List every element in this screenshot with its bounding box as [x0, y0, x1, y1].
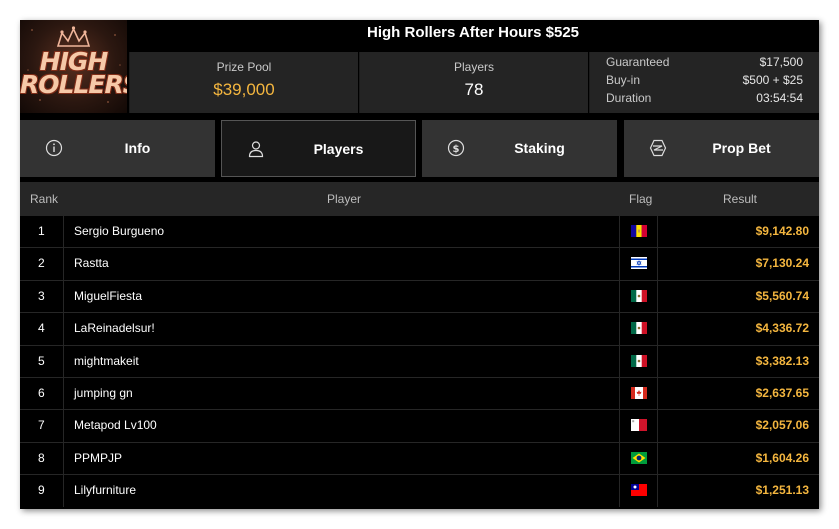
result-cell: $1,251.13 [755, 483, 809, 498]
header-player[interactable]: Player [327, 192, 361, 206]
flag-cell [619, 410, 658, 442]
rank-cell: 4 [20, 313, 64, 345]
rank-cell: 1 [20, 216, 64, 248]
buy-in-label: Buy-in [606, 73, 641, 87]
result-cell: $1,604.26 [755, 450, 809, 465]
table-row[interactable]: 4 LaReinadelsur! $4,336.72 [20, 312, 819, 345]
prize-pool-value: $39,000 [213, 80, 275, 99]
rank-cell: 6 [20, 377, 64, 410]
header-flag[interactable]: Flag [629, 192, 652, 206]
table-row[interactable]: 5 mightmakeit $3,382.13 [20, 344, 819, 377]
players-count-box: Players 78 [359, 52, 588, 113]
tournament-stats: Prize Pool $39,000 Players 78 Guaranteed… [127, 46, 819, 113]
prize-pool-label: Prize Pool [216, 60, 272, 74]
tournament-window: HIGH ROLLERS High Rollers After Hours $5… [20, 20, 819, 509]
guaranteed-label: Guaranteed [606, 55, 670, 69]
tab-prop-bet[interactable]: Prop Bet [624, 120, 819, 177]
table-row[interactable]: 7 Metapod Lv100 $2,057.06 [20, 409, 819, 442]
tab-staking-label: Staking [514, 140, 565, 156]
rank-cell: 3 [20, 280, 64, 313]
buy-in-value: $500 + $25 [742, 73, 803, 87]
players-count-label: Players [453, 60, 494, 74]
flag-cell [619, 442, 658, 475]
flag-cell [619, 248, 658, 280]
guaranteed-row: Guaranteed $17,500 [606, 55, 803, 71]
player-name-cell: MiguelFiesta [74, 288, 143, 303]
tab-players-label: Players [313, 141, 364, 157]
table-row[interactable]: 2 Rastta $7,130.24 [20, 247, 819, 280]
flag-cell [619, 475, 658, 507]
result-cell: $7,130.24 [755, 256, 809, 271]
buy-in-row: Buy-in $500 + $25 [606, 73, 803, 89]
rank-cell: 8 [20, 442, 64, 475]
mexico-flag-icon [631, 289, 647, 302]
result-cell: $2,057.06 [755, 418, 809, 433]
header-rank[interactable]: Rank [30, 192, 58, 206]
tab-prop-bet-label: Prop Bet [712, 140, 771, 156]
brazil-flag-icon [631, 451, 647, 464]
tournament-header: HIGH ROLLERS High Rollers After Hours $5… [20, 20, 819, 113]
flag-cell [619, 345, 658, 377]
player-name-cell: mightmakeit [74, 353, 139, 368]
rank-cell: 2 [20, 248, 64, 280]
result-cell: $3,382.13 [755, 353, 809, 368]
tournament-title: High Rollers After Hours $525 [127, 20, 819, 46]
flag-cell [619, 313, 658, 345]
player-name-cell: Lilyfurniture [74, 483, 137, 498]
table-row[interactable]: 6 jumping gn $2,637.65 [20, 376, 819, 410]
prize-pool-box: Prize Pool $39,000 [129, 52, 358, 113]
high-rollers-logo: HIGH ROLLERS [20, 20, 127, 113]
table-row[interactable]: 9 Lilyfurniture $1,251.13 [20, 474, 819, 507]
tab-info-label: Info [124, 140, 151, 156]
rank-cell: 9 [20, 475, 64, 507]
israel-flag-icon [631, 257, 647, 270]
table-body: 1 Sergio Burgueno $9,142.80 2 Rastta $7,130.2… [20, 215, 819, 507]
canada-flag-icon [631, 386, 647, 399]
tab-staking[interactable]: $ Staking [422, 120, 617, 177]
header-result[interactable]: Result [723, 192, 757, 206]
player-name-cell: Rastta [74, 256, 109, 271]
result-cell: $2,637.65 [755, 385, 809, 400]
guaranteed-value: $17,500 [759, 55, 803, 69]
malta-flag-icon [631, 419, 647, 432]
andorra-flag-icon [631, 225, 647, 237]
tab-bar: Info Players $ Staking Prop Bet [20, 119, 819, 178]
taiwan-flag-icon [631, 484, 647, 497]
table-row[interactable]: 8 PPMPJP $1,604.26 [20, 441, 819, 475]
flag-cell [619, 216, 658, 248]
mexico-flag-icon [631, 322, 647, 335]
player-name-cell: Sergio Burgueno [74, 224, 165, 238]
result-cell: $4,336.72 [755, 321, 809, 336]
table-header: Rank Player Flag Result [20, 182, 819, 215]
player-name-cell: PPMPJP [74, 450, 123, 465]
mexico-flag-icon [631, 354, 647, 367]
players-table: Rank Player Flag Result 1 Sergio Burgueno… [20, 182, 819, 507]
result-cell: $9,142.80 [755, 224, 809, 238]
flag-cell [619, 280, 658, 313]
duration-value: 03:54:54 [756, 91, 803, 105]
rank-cell: 5 [20, 345, 64, 377]
players-count-value: 78 [464, 80, 484, 99]
logo-text-rollers: ROLLERS [20, 70, 127, 99]
flag-cell [619, 377, 658, 410]
tab-info[interactable]: Info [20, 120, 215, 177]
result-cell: $5,560.74 [755, 288, 809, 303]
tournament-details-box: Guaranteed $17,500 Buy-in $500 + $25 Dur… [589, 52, 819, 113]
table-row[interactable]: 3 MiguelFiesta $5,560.74 [20, 279, 819, 313]
duration-row: Duration 03:54:54 [606, 91, 803, 107]
table-row[interactable]: 1 Sergio Burgueno $9,142.80 [20, 215, 819, 248]
player-name-cell: LaReinadelsur! [74, 321, 155, 336]
tab-players[interactable]: Players [221, 120, 416, 177]
player-name-cell: jumping gn [74, 385, 133, 400]
player-name-cell: Metapod Lv100 [74, 418, 157, 433]
duration-label: Duration [606, 91, 652, 105]
rank-cell: 7 [20, 410, 64, 442]
